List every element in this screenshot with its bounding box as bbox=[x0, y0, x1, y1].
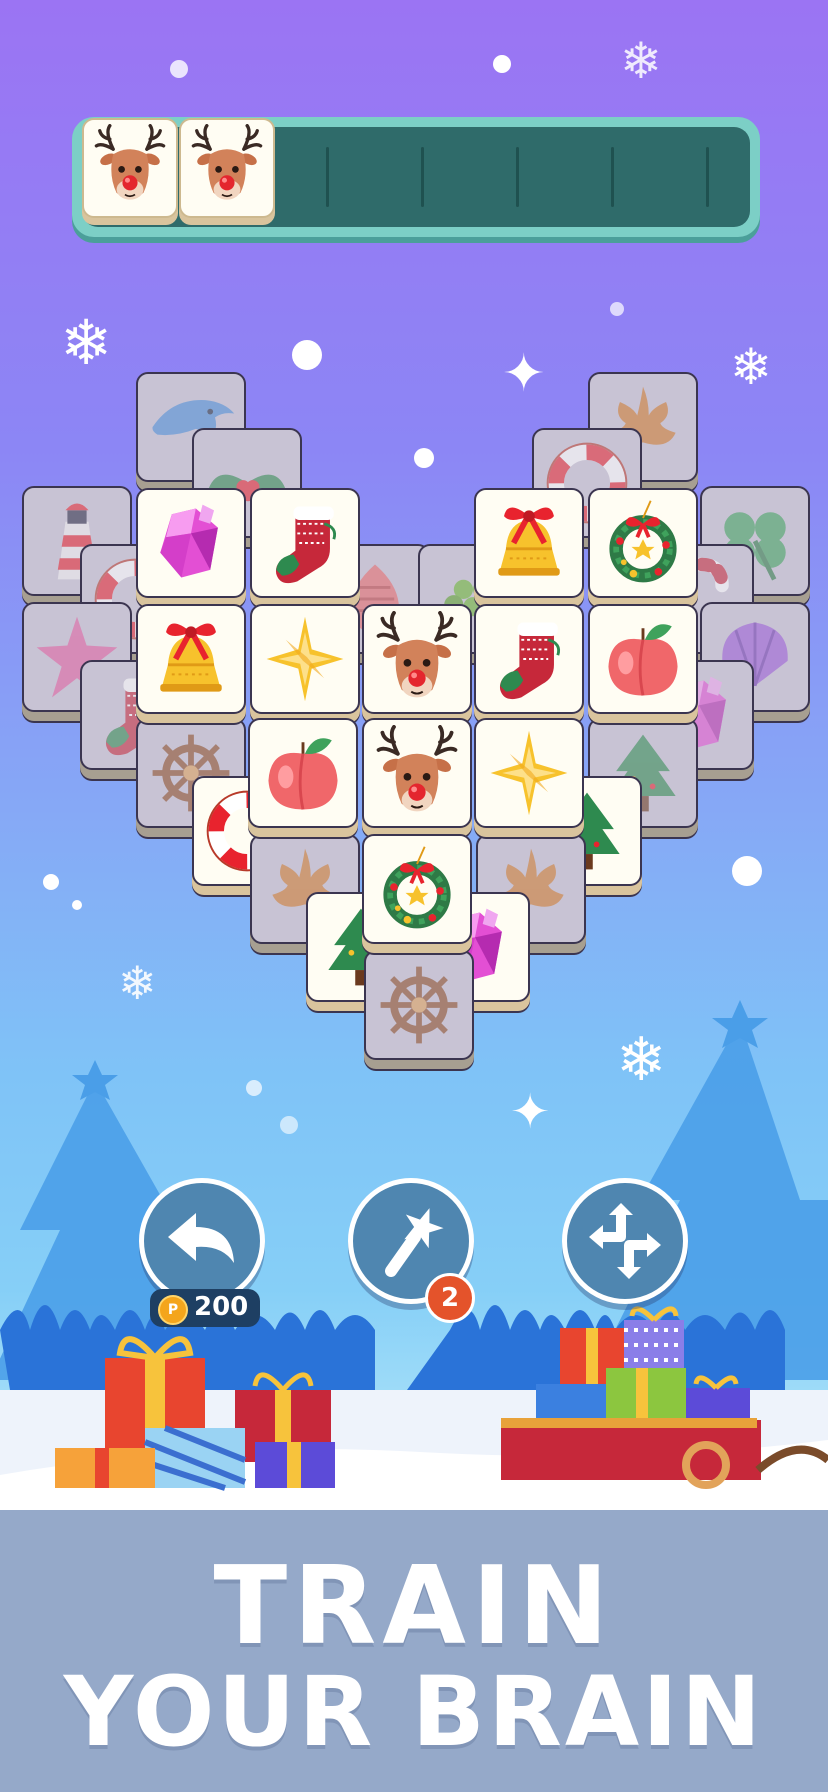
snow-dot bbox=[170, 60, 188, 78]
snow-dot bbox=[493, 55, 511, 73]
snowflake-icon: ❄ bbox=[620, 32, 662, 90]
tile-stocking[interactable] bbox=[250, 488, 360, 598]
tile-peach[interactable] bbox=[588, 604, 698, 714]
tile-star[interactable] bbox=[250, 604, 360, 714]
slot-divider bbox=[421, 147, 424, 207]
stocking-icon bbox=[481, 611, 577, 707]
snow-dot bbox=[610, 302, 624, 316]
slot-divider bbox=[326, 147, 329, 207]
coin-icon: P bbox=[158, 1295, 188, 1325]
tile-peach[interactable] bbox=[248, 718, 358, 828]
tile-wreath[interactable] bbox=[588, 488, 698, 598]
undo-cost-badge: P 200 bbox=[150, 1289, 260, 1327]
reindeer-icon bbox=[185, 124, 269, 208]
slot-divider bbox=[706, 147, 709, 207]
reindeer-icon bbox=[369, 725, 465, 821]
snow-dot bbox=[43, 874, 59, 890]
stocking-icon bbox=[257, 495, 353, 591]
magic-wand-icon bbox=[385, 1208, 444, 1277]
peach-icon bbox=[595, 611, 691, 707]
headline-line-1: TRAIN bbox=[213, 1544, 615, 1669]
tile-bell[interactable] bbox=[474, 488, 584, 598]
game-screen: { "tray": { "slots_total": 7, "tiles": [… bbox=[0, 0, 828, 1792]
crystal-icon bbox=[143, 495, 239, 591]
snow-dot bbox=[72, 900, 82, 910]
sleigh-with-gifts bbox=[501, 1306, 828, 1489]
snowflake-icon: ❄ bbox=[60, 306, 112, 379]
snowflake-icon: ❄ bbox=[730, 338, 772, 396]
ship-wheel-icon bbox=[371, 957, 467, 1053]
tile-ship-wheel[interactable] bbox=[364, 950, 474, 1060]
headline-line-2: YOUR BRAIN bbox=[63, 1656, 765, 1768]
snow-dot bbox=[292, 340, 322, 370]
gift-boxes-left bbox=[55, 1336, 335, 1491]
slot-divider bbox=[516, 147, 519, 207]
undo-arrow-icon bbox=[168, 1213, 234, 1263]
tile-crystal[interactable] bbox=[136, 488, 246, 598]
sparkle-icon: ✦ bbox=[502, 344, 546, 404]
promo-banner: TRAIN YOUR BRAIN bbox=[0, 1510, 828, 1792]
wreath-icon bbox=[369, 841, 465, 937]
shuffle-button[interactable] bbox=[562, 1178, 688, 1304]
tray-tile-reindeer bbox=[179, 118, 275, 218]
bell-icon bbox=[481, 495, 577, 591]
tray-tile-reindeer bbox=[82, 118, 178, 218]
snow-dot bbox=[732, 856, 762, 886]
tile-bell[interactable] bbox=[136, 604, 246, 714]
star-icon bbox=[257, 611, 353, 707]
undo-cost: 200 bbox=[194, 1292, 249, 1322]
reindeer-icon bbox=[88, 124, 172, 208]
reindeer-icon bbox=[369, 611, 465, 707]
snow-dot bbox=[414, 448, 434, 468]
shuffle-icon bbox=[589, 1203, 661, 1279]
tile-reindeer[interactable] bbox=[362, 718, 472, 828]
tile-wreath[interactable] bbox=[362, 834, 472, 944]
undo-button[interactable] bbox=[139, 1178, 265, 1304]
bell-icon bbox=[143, 611, 239, 707]
tile-star[interactable] bbox=[474, 718, 584, 828]
slot-divider bbox=[611, 147, 614, 207]
tile-reindeer[interactable] bbox=[362, 604, 472, 714]
magic-wand-count: 2 bbox=[425, 1273, 475, 1323]
star-icon bbox=[481, 725, 577, 821]
tile-stocking[interactable] bbox=[474, 604, 584, 714]
peach-icon bbox=[255, 725, 351, 821]
wreath-icon bbox=[595, 495, 691, 591]
